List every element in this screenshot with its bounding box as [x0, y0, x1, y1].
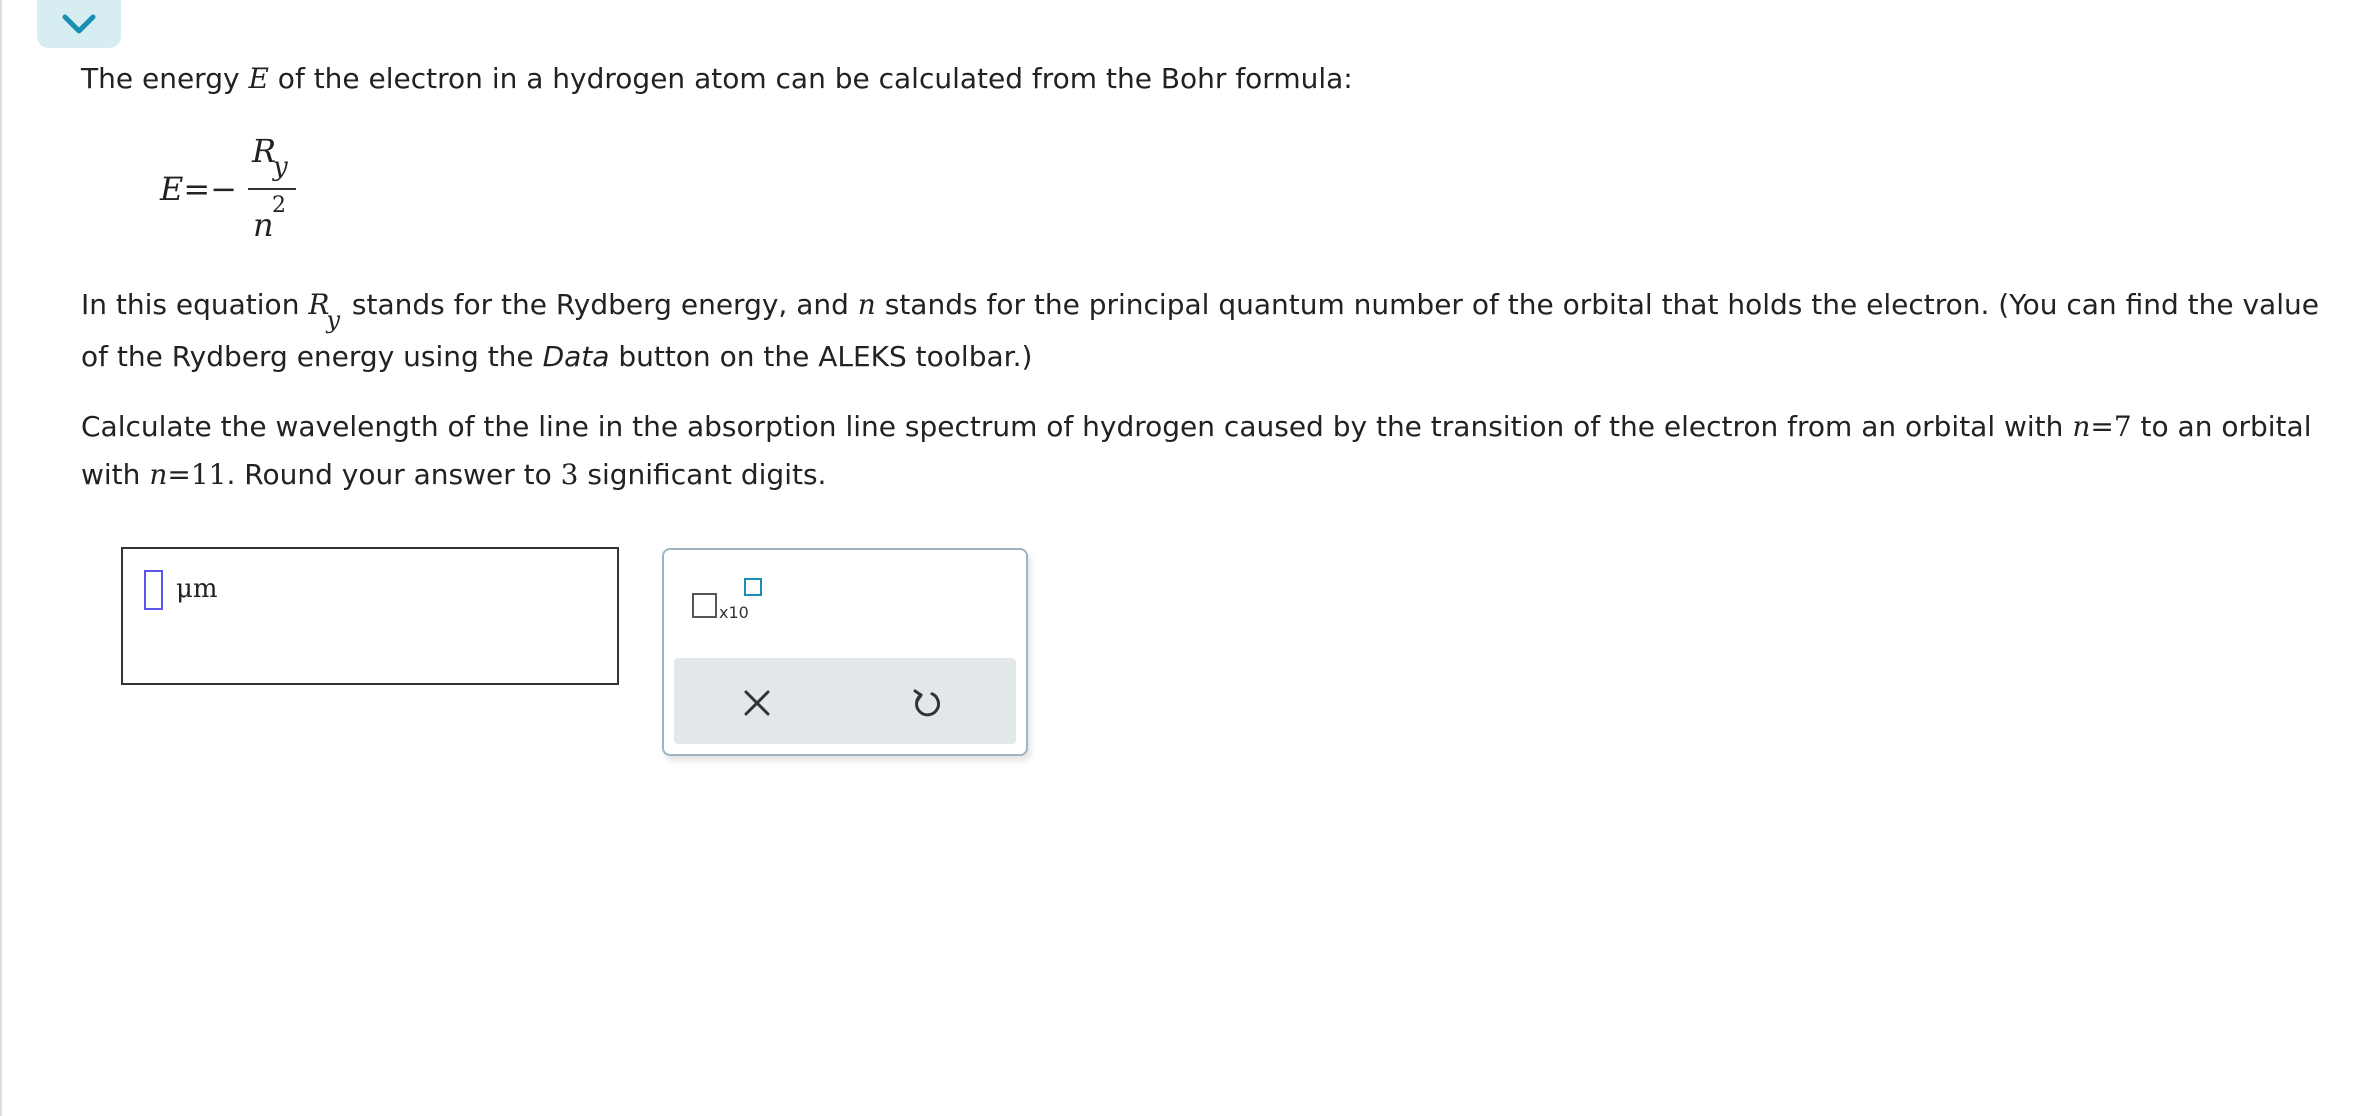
explanation-line-1: In this equation Ry stands for the Rydbe… [81, 280, 2319, 334]
scientific-notation-label: x10 [719, 603, 749, 622]
question-text: Calculate the wavelength of the line in … [81, 410, 2073, 443]
question-text-rest: to an orbital [2131, 410, 2312, 443]
question-line-1: Calculate the wavelength of the line in … [81, 402, 2311, 452]
problem-intro: The energy E of the electron in a hydrog… [81, 54, 1353, 104]
math-tool-palette: x10 [662, 548, 1028, 756]
question-line-2: with n=11. Round your answer to 3 signif… [81, 450, 826, 500]
intro-text: The energy [81, 62, 249, 95]
left-border [0, 0, 2, 1116]
question-text-2: with [81, 458, 150, 491]
answer-input-field[interactable] [144, 570, 163, 610]
explanation-text: In this equation [81, 288, 309, 321]
bohr-formula: E=− R y n 2 [160, 130, 360, 250]
rydberg-subscript: y [326, 306, 340, 334]
answer-unit-label: μm [176, 574, 218, 604]
undo-button[interactable] [902, 678, 952, 728]
question-text-2-mid: . Round your answer to [226, 458, 561, 491]
explanation-text-rest: stands for the principal quantum number … [875, 288, 2319, 321]
question-text-2-rest: significant digits. [578, 458, 827, 491]
close-icon [744, 690, 770, 716]
explanation-line-2: of the Rydberg energy using the Data but… [81, 332, 1032, 382]
answer-input-box[interactable]: μm [121, 547, 619, 685]
formula-numerator-subscript: y [273, 152, 288, 182]
final-level: n=11 [149, 458, 227, 491]
scientific-notation-icon [692, 593, 717, 618]
palette-action-bar [674, 658, 1016, 744]
formula-lhs: E=− [160, 170, 237, 208]
explanation-text-2: of the Rydberg energy using the [81, 340, 543, 373]
chevron-down-icon [62, 14, 96, 34]
initial-level: n=7 [2072, 410, 2132, 443]
collapse-toggle-button[interactable] [37, 0, 121, 48]
clear-button[interactable] [732, 678, 782, 728]
exponent-box-icon [744, 578, 762, 596]
data-button-reference: Data [542, 340, 610, 373]
fraction-bar [248, 188, 296, 190]
energy-variable: E [248, 62, 269, 95]
formula-denominator: n [253, 206, 274, 244]
intro-text-rest: of the electron in a hydrogen atom can b… [268, 62, 1353, 95]
significant-digits-count: 3 [560, 458, 579, 491]
quantum-number-variable: n [857, 288, 876, 321]
scientific-notation-button[interactable]: x10 [692, 578, 762, 628]
formula-exponent: 2 [272, 193, 286, 218]
explanation-text-mid: stands for the Rydberg energy, and [343, 288, 858, 321]
explanation-text-2-rest: button on the ALEKS toolbar.) [609, 340, 1033, 373]
undo-icon [913, 689, 940, 717]
